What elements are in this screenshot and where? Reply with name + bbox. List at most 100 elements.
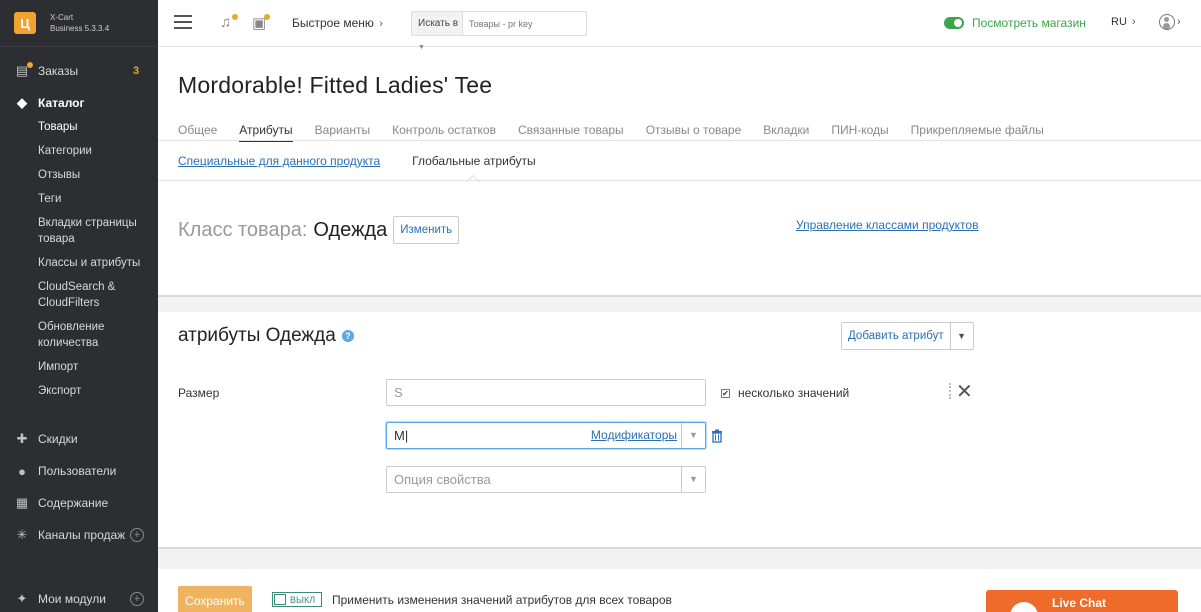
sidebar-item-label: Мои модули [38,592,106,606]
notification-dot [232,14,238,20]
quick-menu-button[interactable]: Быстрое меню › [292,16,383,30]
help-icon[interactable]: ? [341,330,354,342]
sidebar-item-catalog[interactable]: ◆ Каталог [0,91,158,115]
sidebar-item-label: Заказы [38,64,79,78]
manage-product-classes-link[interactable]: Управление классами продуктов [796,218,978,232]
sidebar-subitem-quantity-update[interactable]: Обновление количества [38,319,153,351]
sidebar-item-orders[interactable]: ▤ Заказы 3 [0,59,158,83]
subtab-global-attributes[interactable]: Глобальные атрибуты [412,154,536,190]
sidebar-item-users[interactable]: ● Пользователи [0,459,158,483]
gift-icon: ✚ [16,431,28,446]
chevron-right-icon: › [1131,16,1136,28]
active-caret [466,174,481,190]
bell-icon[interactable]: ♫ [220,14,231,31]
menu-icon[interactable] [174,15,192,29]
save-button[interactable]: Сохранить [178,586,252,612]
sidebar-subitem-reviews[interactable]: Отзывы [38,167,153,183]
main-content: Mordorable! Fitted Ladies' Tee Общее Атр… [158,48,1201,612]
product-class-value: Одежда [313,218,388,241]
sidebar-item-sales-channels[interactable]: ✳ Каналы продаж + [0,523,158,547]
users-icon: ● [18,463,26,479]
add-attribute-button[interactable]: Добавить атрибут [842,323,951,349]
chevron-right-icon: › [379,18,383,30]
page-title: Mordorable! Fitted Ladies' Tee [178,72,493,98]
multiple-values-checkbox[interactable]: ✔ несколько значений [721,386,849,400]
search-scope-label: Искать в [418,18,459,29]
language-selector[interactable]: RU › [1111,16,1136,28]
section-separator [158,296,1201,312]
toggle-knob [274,594,286,605]
orders-count-badge: 3 [133,65,140,77]
view-store-label: Посмотреть магазин [972,16,1086,30]
user-menu[interactable]: › [1159,14,1181,30]
sidebar: Ц X-Cart Business 5.3.3.4 ▤ Заказы 3 ◆ К… [0,0,158,612]
expand-plus-icon[interactable]: + [130,592,144,606]
sidebar-subitem-export[interactable]: Экспорт [38,383,153,399]
attribute-value-text: S [394,385,403,400]
brand-version: Business 5.3.3.4 [50,24,110,33]
sidebar-item-label: Содержание [38,496,109,510]
option-placeholder: Опция свойства [394,472,491,487]
notification-dot [27,62,33,68]
change-class-button[interactable]: Изменить [393,216,460,244]
logo-area: Ц X-Cart Business 5.3.3.4 [0,0,158,47]
product-class-row: Класс товара: Одежда Изменить [178,216,460,244]
divider [158,295,1201,297]
caret-down-icon[interactable]: ▼ [951,323,973,349]
apply-all-toggle[interactable]: ВЫКЛ [272,592,322,607]
dropdown-caret-icon[interactable]: ▼ [681,423,705,448]
modifiers-link[interactable]: Модификаторы [591,423,677,448]
notification-dot [264,14,270,20]
attribute-value-field[interactable]: M| Модификаторы ▼ [386,422,706,449]
brand-text: X-Cart Business 5.3.3.4 [50,12,109,34]
content-icon: ▦ [15,495,29,510]
subtab-product-specific[interactable]: Специальные для данного продукта [178,154,380,168]
subtab-global-label: Глобальные атрибуты [412,154,536,168]
top-bar: ♫ ▣ Быстрое меню › Искать в ▼ Посмотреть… [158,0,1201,51]
search-input[interactable] [463,12,586,35]
product-class-label: Класс товара: [178,218,308,241]
apply-all-label: Применить изменения значений атрибутов д… [332,593,672,607]
brand-name: X-Cart [50,13,74,22]
sidebar-item-discounts[interactable]: ✚ Скидки [0,427,158,451]
attribute-option-field[interactable]: Опция свойства ▼ [386,466,706,493]
drag-handle-icon[interactable] [949,383,952,399]
divider [158,140,1201,141]
section-title-text: атрибуты Одежда [178,325,336,346]
dropdown-caret-icon[interactable]: ▼ [681,467,705,492]
sidebar-subitem-products[interactable]: Товары [38,119,153,135]
sidebar-item-label: Скидки [38,432,78,446]
multiple-values-label: несколько значений [738,386,850,400]
sidebar-subitem-product-tabs[interactable]: Вкладки страницы товара [38,215,153,247]
attributes-section-title: атрибуты Одежда ? [178,325,354,347]
toggle-state-label: ВЫКЛ [290,594,316,605]
sidebar-item-content[interactable]: ▦ Содержание [0,491,158,515]
section-separator [158,549,1201,569]
sidebar-subitem-tags[interactable]: Теги [38,191,153,207]
quick-menu-label: Быстрое меню [292,16,374,30]
view-store-toggle[interactable]: Посмотреть магазин [944,16,1086,30]
attribute-value-field[interactable]: S [386,379,706,406]
sidebar-subitem-import[interactable]: Импорт [38,359,153,375]
close-icon[interactable]: ✕ [956,379,973,404]
xcart-logo-icon[interactable]: Ц [14,12,36,34]
divider [158,180,1201,181]
sidebar-item-label: Пользователи [38,464,117,478]
language-label: RU [1111,16,1127,28]
live-chat-button[interactable]: Live Chat [986,590,1178,612]
sidebar-item-my-modules[interactable]: ✦ Мои модули + [0,587,158,611]
trash-icon[interactable] [711,429,723,443]
orders-icon: ▤ [14,62,33,78]
toggle-switch-icon [944,17,964,29]
sidebar-subitem-classes-attributes[interactable]: Классы и атрибуты [38,255,153,271]
chevron-right-icon: › [1177,16,1181,28]
user-avatar-icon [1159,14,1175,30]
attribute-subtabs: Специальные для данного продукта Глобаль… [178,154,536,190]
sidebar-subitem-cloudsearch[interactable]: CloudSearch & CloudFilters [38,279,153,311]
expand-plus-icon[interactable]: + [130,528,144,542]
search-scope-select[interactable]: Искать в ▼ [412,12,463,51]
sidebar-item-label: Каналы продаж [38,528,126,542]
add-attribute-button-group: Добавить атрибут ▼ [841,322,974,350]
live-chat-label: Live Chat [1052,596,1107,610]
sidebar-subitem-categories[interactable]: Категории [38,143,153,159]
